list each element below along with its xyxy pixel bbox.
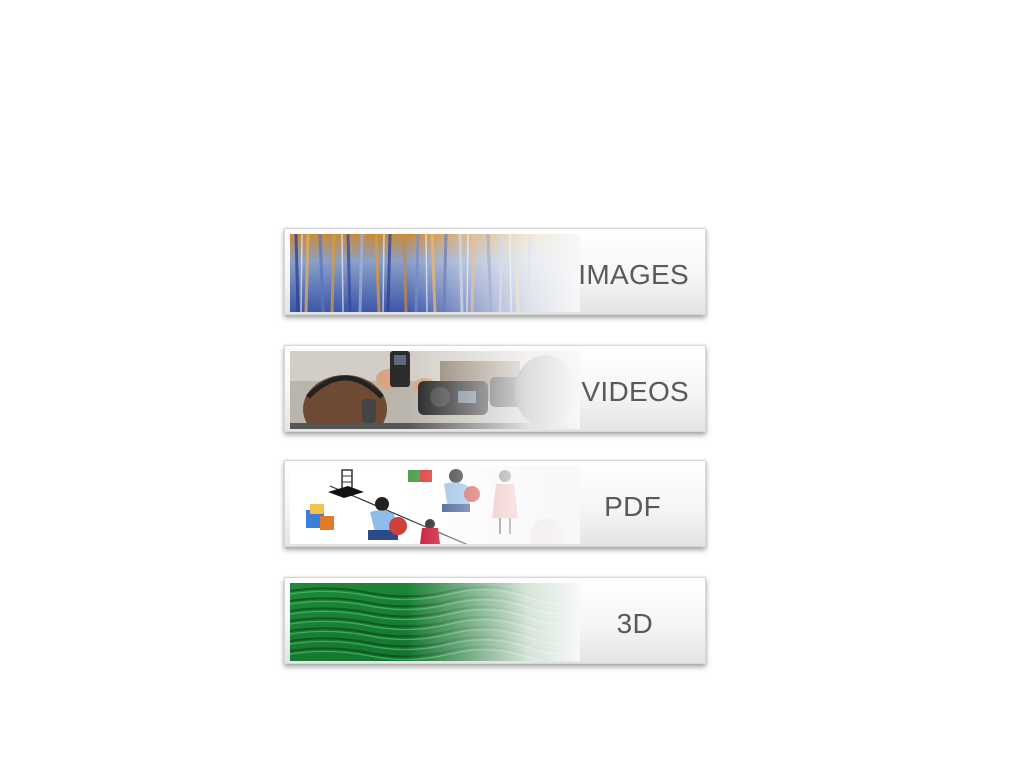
images-label: IMAGES [578, 259, 689, 290]
3d-button[interactable]: 3D [284, 577, 706, 664]
3d-thumbnail [290, 583, 580, 661]
page: IMAGES VIDEOS PDF 3D [0, 0, 1024, 768]
pdf-label: PDF [604, 491, 661, 522]
images-button[interactable]: IMAGES [284, 228, 706, 315]
videos-label: VIDEOS [581, 376, 689, 407]
videos-button[interactable]: VIDEOS [284, 345, 706, 432]
images-thumbnail [290, 234, 580, 312]
pdf-button[interactable]: PDF [284, 460, 706, 547]
3d-label: 3D [616, 608, 653, 639]
pdf-thumbnail [290, 466, 580, 544]
videos-thumbnail [290, 351, 580, 429]
media-category-menu: IMAGES VIDEOS PDF 3D [284, 228, 706, 694]
